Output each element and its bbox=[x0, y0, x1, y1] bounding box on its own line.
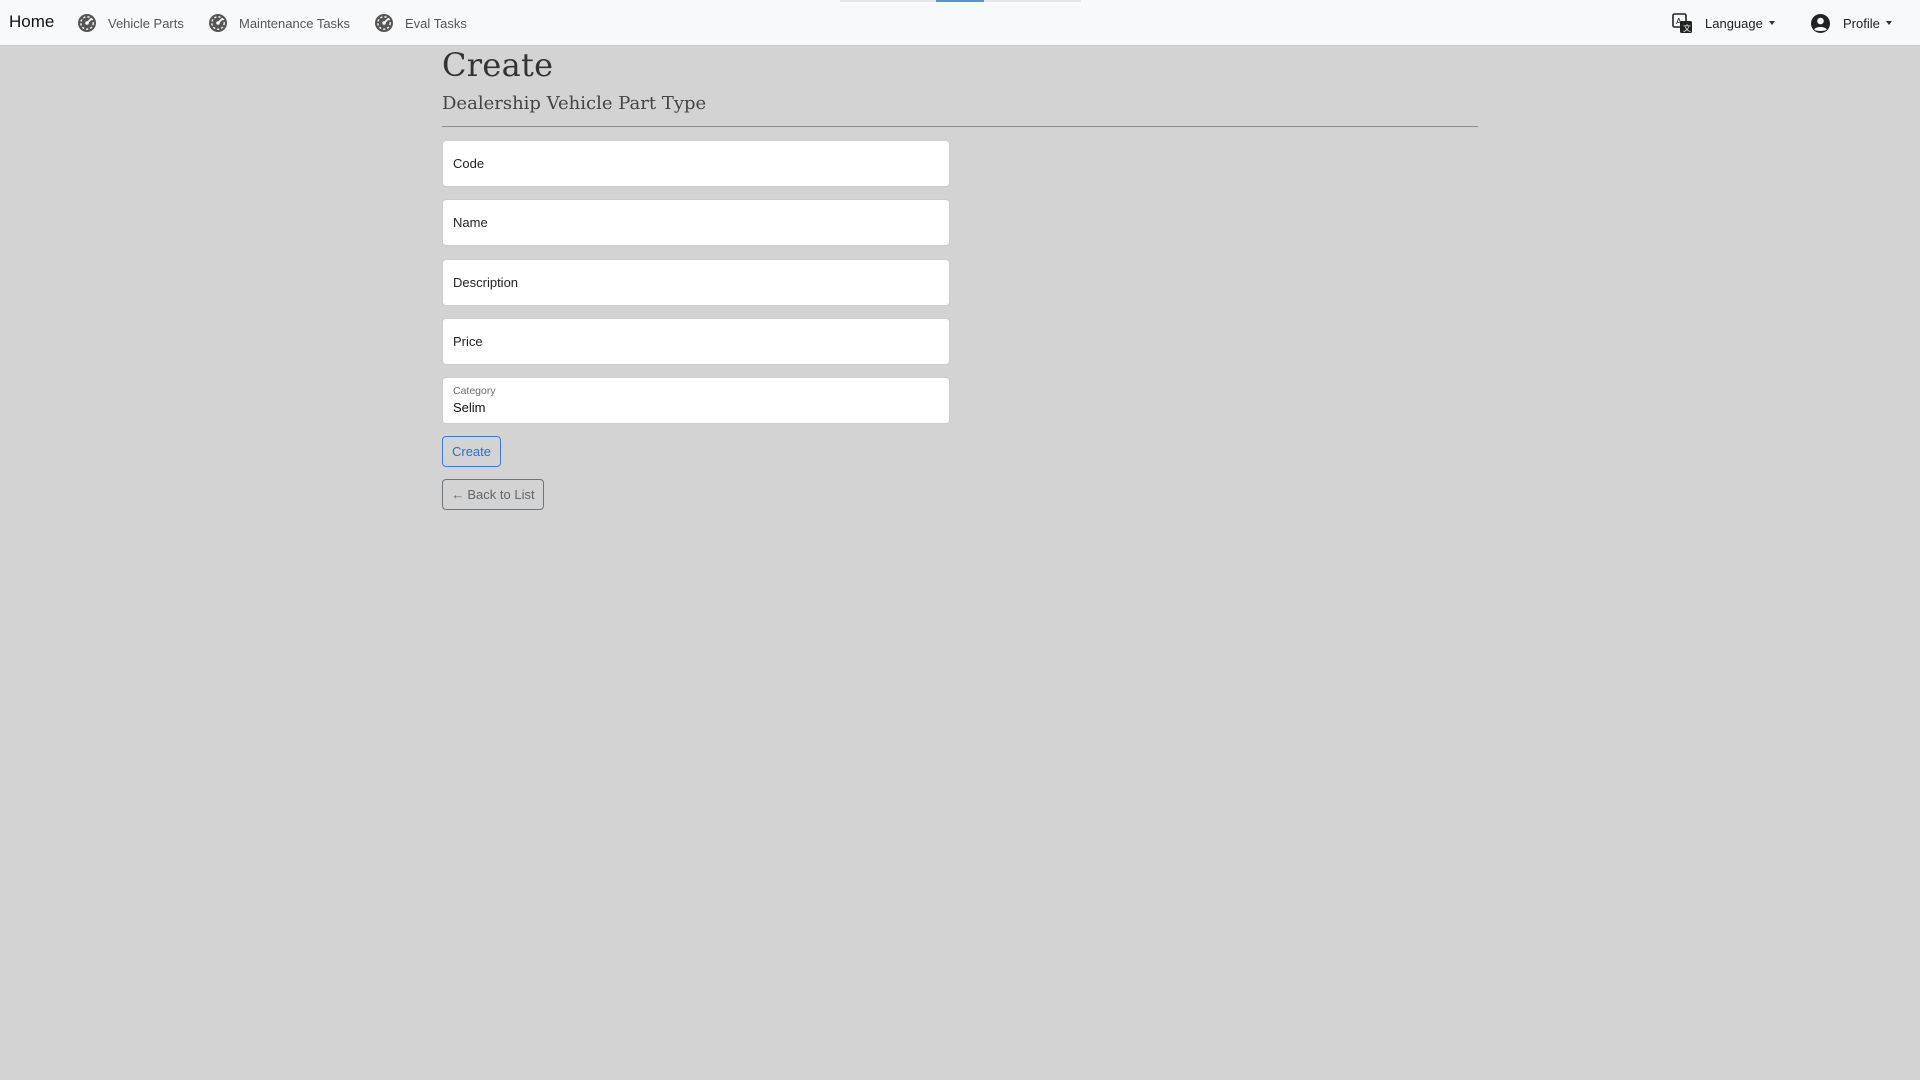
description-field[interactable]: Description bbox=[442, 259, 950, 306]
price-placeholder: Price bbox=[453, 334, 483, 349]
category-select[interactable]: Category Selim bbox=[442, 377, 950, 424]
price-field[interactable]: Price bbox=[442, 318, 950, 365]
category-label: Category bbox=[453, 385, 496, 397]
svg-text:文: 文 bbox=[1683, 23, 1691, 33]
nav-item-label: Vehicle Parts bbox=[108, 15, 184, 31]
nav-item-label: Eval Tasks bbox=[405, 15, 467, 31]
profile-label: Profile bbox=[1843, 15, 1880, 31]
page-loading-bar-fill bbox=[936, 0, 984, 2]
code-placeholder: Code bbox=[453, 156, 485, 171]
page-subtitle: Dealership Vehicle Part Type bbox=[442, 93, 707, 114]
dashboard-gauge-icon bbox=[209, 14, 227, 32]
arrow-left-icon: ← bbox=[451, 487, 465, 502]
nav-item-vehicle-parts[interactable]: Vehicle Parts bbox=[77, 13, 184, 33]
dashboard-gauge-icon bbox=[375, 14, 393, 32]
caret-down-icon bbox=[1885, 21, 1892, 25]
nav-item-maintenance-tasks[interactable]: Maintenance Tasks bbox=[208, 13, 350, 33]
category-value: Selim bbox=[453, 400, 486, 415]
code-field[interactable]: Code bbox=[442, 140, 950, 187]
nav-item-label: Maintenance Tasks bbox=[239, 15, 351, 31]
create-button[interactable]: Create bbox=[442, 436, 501, 467]
user-circle-icon bbox=[1811, 13, 1830, 33]
header-divider bbox=[442, 126, 1478, 127]
page-title: Create bbox=[442, 46, 554, 84]
name-placeholder: Name bbox=[453, 215, 488, 230]
dashboard-gauge-icon bbox=[78, 14, 96, 32]
name-field[interactable]: Name bbox=[442, 199, 950, 246]
top-navbar: Home Vehicle Parts Maintenance Tasks Eva… bbox=[0, 0, 1920, 46]
back-to-list-button[interactable]: ← Back to List bbox=[442, 479, 544, 510]
language-label: Language bbox=[1705, 15, 1763, 31]
nav-item-eval-tasks[interactable]: Eval Tasks bbox=[374, 13, 467, 33]
caret-down-icon bbox=[1768, 21, 1775, 25]
home-link[interactable]: Home bbox=[9, 12, 54, 32]
translate-icon: A 文 bbox=[1672, 12, 1692, 33]
description-placeholder: Description bbox=[453, 275, 519, 290]
back-to-list-label: Back to List bbox=[467, 487, 535, 502]
profile-dropdown[interactable]: Profile bbox=[1810, 13, 1892, 33]
language-dropdown[interactable]: A 文 Language bbox=[1672, 12, 1775, 33]
page-loading-bar bbox=[840, 0, 1081, 2]
